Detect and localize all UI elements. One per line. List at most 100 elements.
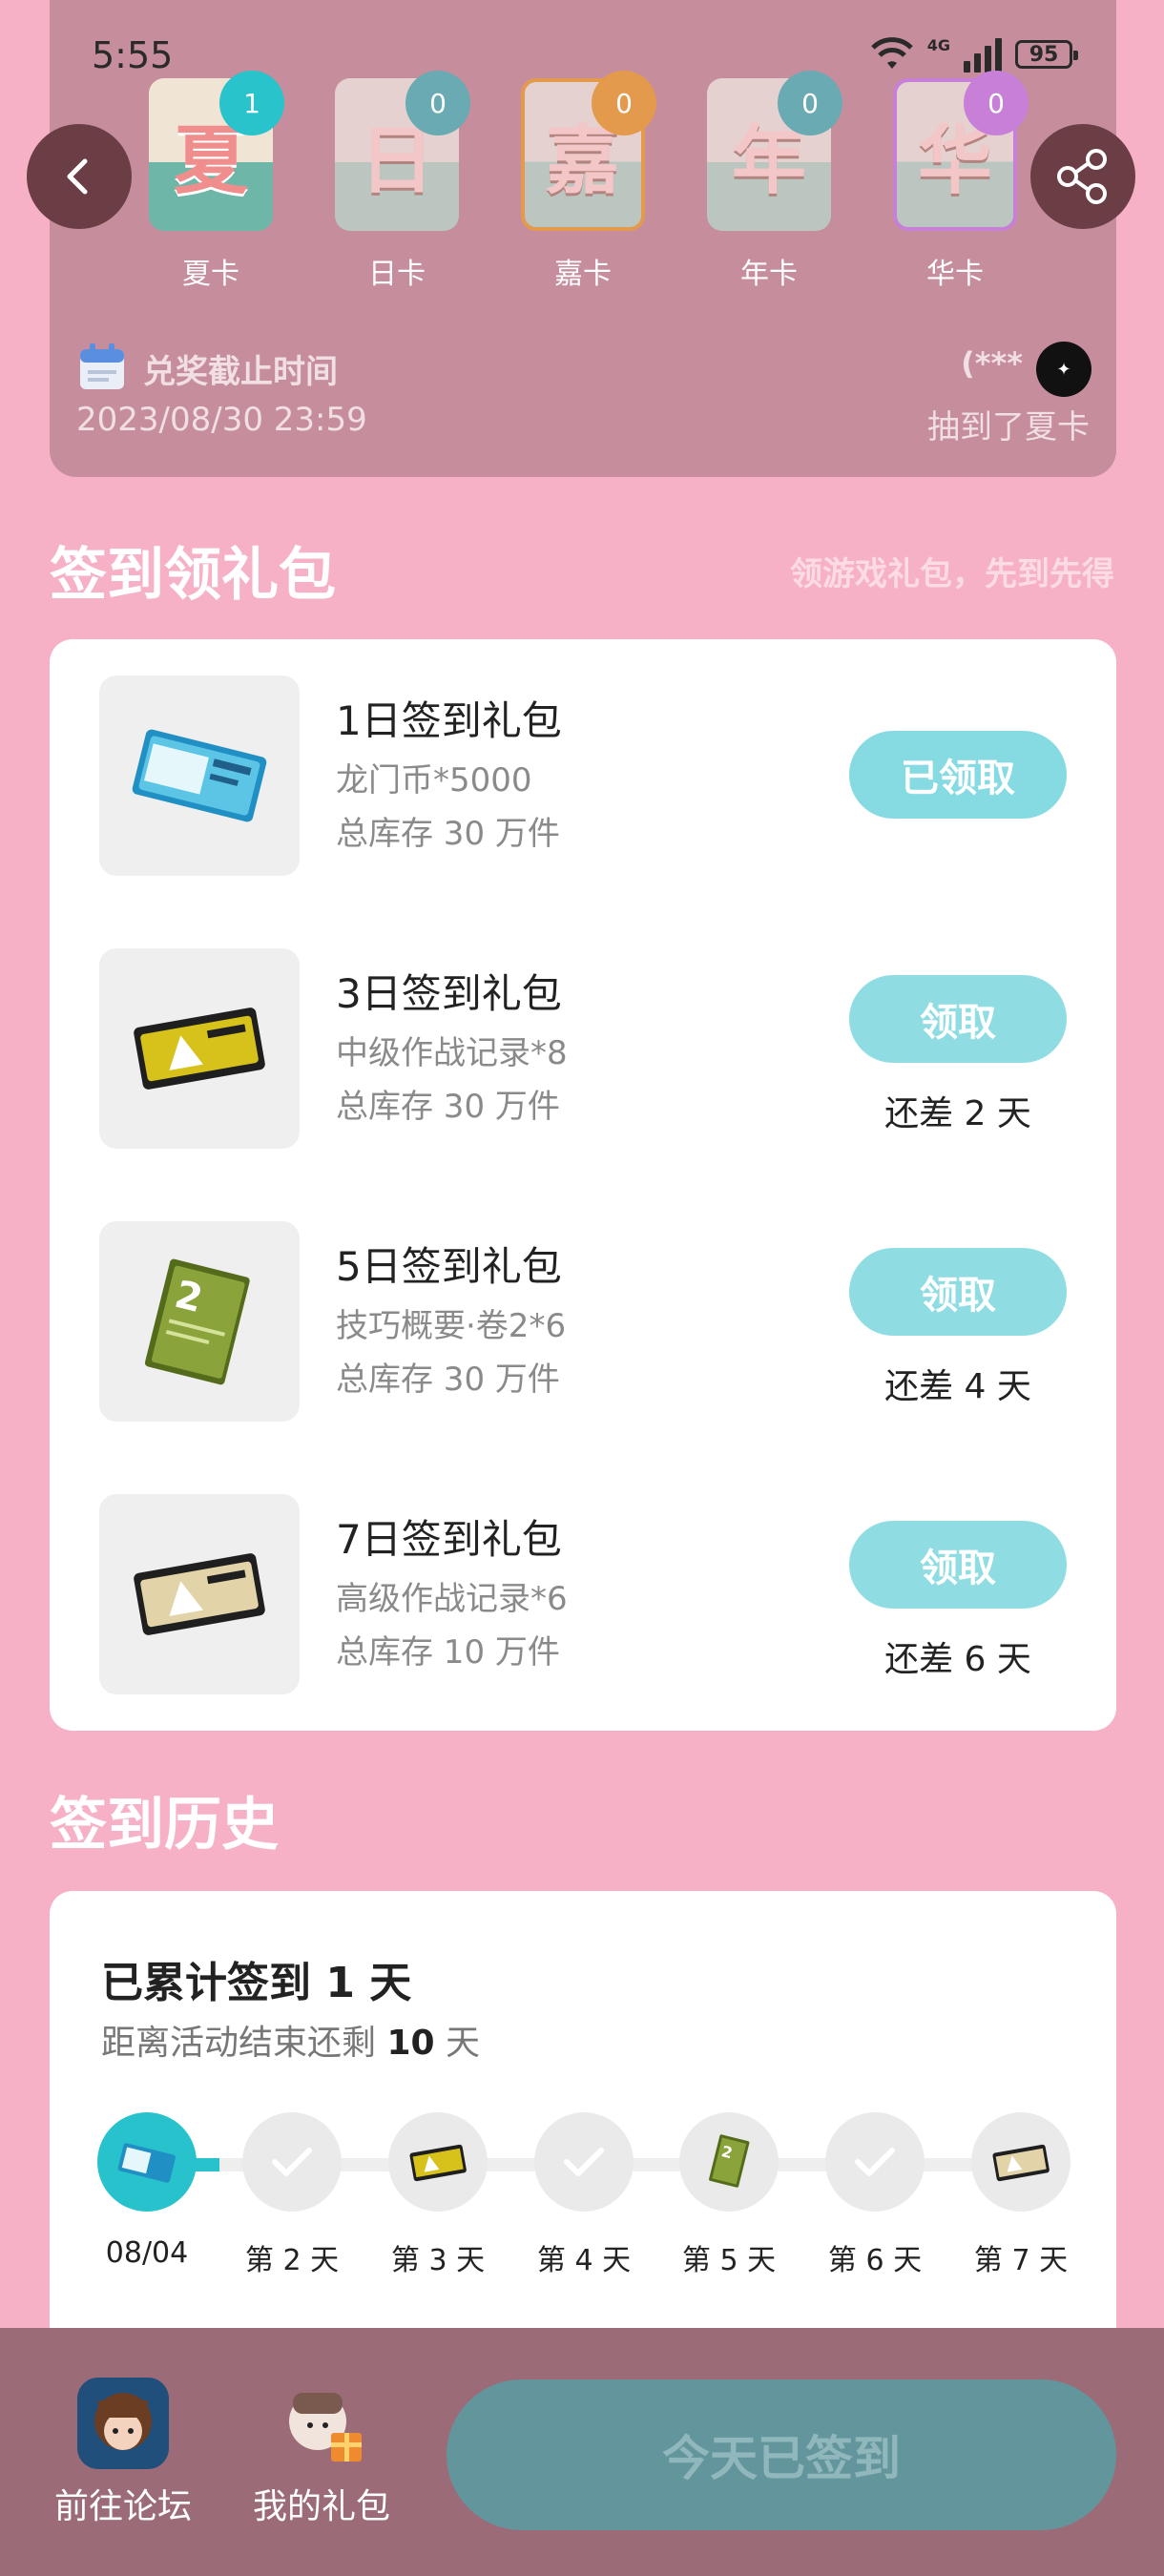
- day-node: 08/04: [97, 2112, 197, 2270]
- network-type: 4G: [926, 35, 950, 54]
- gift-thumbnail: 2: [99, 1221, 300, 1422]
- day-node: 第 6 天: [825, 2112, 925, 2278]
- day-label: 第 6 天: [827, 2244, 923, 2277]
- gift-description: 技巧概要·卷2*6: [336, 1307, 567, 1345]
- deadline-label: 兑奖截止时间: [143, 353, 338, 391]
- day-circle: 2: [679, 2112, 779, 2212]
- day-circle: [971, 2112, 1070, 2212]
- forum-avatar: [77, 2378, 169, 2469]
- checkin-button[interactable]: 今天已签到: [447, 2379, 1116, 2530]
- gift-thumbnail: [99, 1494, 300, 1694]
- my-gifts-avatar: [276, 2378, 367, 2469]
- back-button[interactable]: [27, 124, 132, 229]
- day-node: 第 2 天: [242, 2112, 342, 2278]
- gift-item: 1日签到礼包 龙门币*5000 总库存 30 万件 已领取: [99, 675, 1067, 876]
- day-label: 第 5 天: [681, 2244, 777, 2277]
- card-label: 嘉卡: [554, 258, 612, 291]
- calendar-icon: [80, 343, 124, 389]
- card-label: 年卡: [740, 258, 798, 291]
- day-label: 第 4 天: [536, 2244, 632, 2277]
- check-icon: [272, 2148, 312, 2176]
- share-icon: [1057, 149, 1107, 204]
- card-label: 华卡: [926, 258, 984, 291]
- day-circle: [242, 2112, 342, 2212]
- forum-label: 前往论坛: [53, 2487, 192, 2526]
- signin-timeline: 08/04 第 2 天 第 3 天 第 4 天 2 第 5 天 第 6 天 第 …: [97, 2112, 1070, 2278]
- gift-thumbnail: [99, 675, 300, 876]
- card-label: 日卡: [368, 258, 426, 291]
- day-node: 2 第 5 天: [679, 2112, 779, 2278]
- card-list: 夏 1 夏卡 日 0 日卡 嘉 0 嘉卡 年 0 年卡 华 0 华卡: [139, 71, 1029, 291]
- gift-stock: 总库存 10 万件: [336, 1633, 560, 1672]
- card-count-badge: 1: [219, 71, 284, 135]
- winner-name: (***: [961, 345, 1023, 382]
- gift-name: 7日签到礼包: [336, 1516, 562, 1563]
- gift-stock: 总库存 30 万件: [336, 815, 560, 853]
- signal-icon: [964, 36, 1002, 73]
- battery-level: 95: [1029, 42, 1059, 67]
- claim-button[interactable]: 领取: [849, 1521, 1067, 1609]
- gift-list-panel: 1日签到礼包 龙门币*5000 总库存 30 万件 已领取 3日签到礼包 中级作…: [50, 639, 1116, 1731]
- card-label: 夏卡: [182, 258, 239, 291]
- day-label: 第 2 天: [244, 2244, 340, 2277]
- gift-description: 中级作战记录*8: [336, 1034, 568, 1072]
- check-icon: [855, 2148, 895, 2176]
- gift-item: 7日签到礼包 高级作战记录*6 总库存 10 万件 领取 还差 6 天: [99, 1494, 1067, 1694]
- card-count-badge: 0: [592, 71, 656, 135]
- gift-description: 高级作战记录*6: [336, 1580, 568, 1618]
- total-signin-days: 已累计签到 1 天: [101, 1959, 412, 2007]
- check-icon: [564, 2148, 604, 2176]
- winner-avatar: ✦: [1036, 342, 1091, 397]
- history-section-title: 签到历史: [50, 1792, 279, 1859]
- day-label: 第 7 天: [973, 2244, 1069, 2277]
- gift-item: 2 5日签到礼包 技巧概要·卷2*6 总库存 30 万件 领取 还差 4 天: [99, 1221, 1067, 1422]
- my-gifts-label: 我的礼包: [252, 2487, 390, 2526]
- signin-section-subtitle: 领游戏礼包，先到先得: [790, 555, 1114, 593]
- card-count-badge: 0: [405, 71, 470, 135]
- gift-thumbnail: [99, 948, 300, 1149]
- day-circle: [534, 2112, 634, 2212]
- day-node: 第 7 天: [971, 2112, 1070, 2278]
- card-count-badge: 0: [964, 71, 1029, 135]
- gift-stock: 总库存 30 万件: [336, 1088, 560, 1126]
- card-count-badge: 0: [778, 71, 842, 135]
- gift-item: 3日签到礼包 中级作战记录*8 总库存 30 万件 领取 还差 2 天: [99, 948, 1067, 1149]
- lmd-ticket-icon: [132, 729, 267, 822]
- battle-record-high-icon: [134, 1553, 265, 1635]
- battle-record-high-icon: [992, 2144, 1050, 2182]
- gift-stock: 总库存 30 万件: [336, 1361, 560, 1399]
- status-icons: 4G 95: [870, 35, 1078, 73]
- day-node: 第 4 天: [534, 2112, 634, 2278]
- battle-record-mid-icon: [134, 1008, 265, 1090]
- my-gifts-button[interactable]: 我的礼包: [240, 2378, 403, 2528]
- gift-name: 5日签到礼包: [336, 1243, 562, 1290]
- gift-name: 3日签到礼包: [336, 970, 562, 1017]
- forum-button[interactable]: 前往论坛: [42, 2378, 204, 2528]
- claimed-button[interactable]: 已领取: [849, 731, 1067, 819]
- days-remaining: 还差 6 天: [884, 1640, 1031, 1679]
- day-circle: [825, 2112, 925, 2212]
- day-label: 第 3 天: [390, 2244, 486, 2277]
- day-label: 08/04: [105, 2236, 189, 2270]
- gift-description: 龙门币*5000: [336, 761, 532, 800]
- status-time: 5:55: [92, 34, 174, 76]
- deadline-date: 2023/08/30 23:59: [76, 401, 367, 439]
- bottom-bar: 前往论坛 我的礼包 今天已签到: [0, 2328, 1164, 2576]
- wifi-icon: [870, 37, 913, 69]
- battle-record-mid-icon: [409, 2144, 467, 2182]
- winner-text: 抽到了夏卡: [927, 408, 1090, 447]
- share-button[interactable]: [1030, 124, 1135, 229]
- battery-icon: 95: [1015, 40, 1078, 69]
- skill-book-icon: 2: [709, 2134, 750, 2188]
- day-reward-done: [97, 2112, 197, 2212]
- event-days-remaining: 距离活动结束还剩 10 天: [101, 2024, 481, 2063]
- chevron-left-icon: [67, 158, 88, 195]
- day-circle: [388, 2112, 488, 2212]
- claim-button[interactable]: 领取: [849, 1248, 1067, 1336]
- lmd-ticket-icon: [117, 2143, 176, 2183]
- days-remaining: 还差 4 天: [884, 1367, 1031, 1406]
- claim-button[interactable]: 领取: [849, 975, 1067, 1063]
- gift-name: 1日签到礼包: [336, 697, 562, 744]
- days-remaining: 还差 2 天: [884, 1094, 1031, 1133]
- signin-section-title: 签到领礼包: [50, 542, 336, 609]
